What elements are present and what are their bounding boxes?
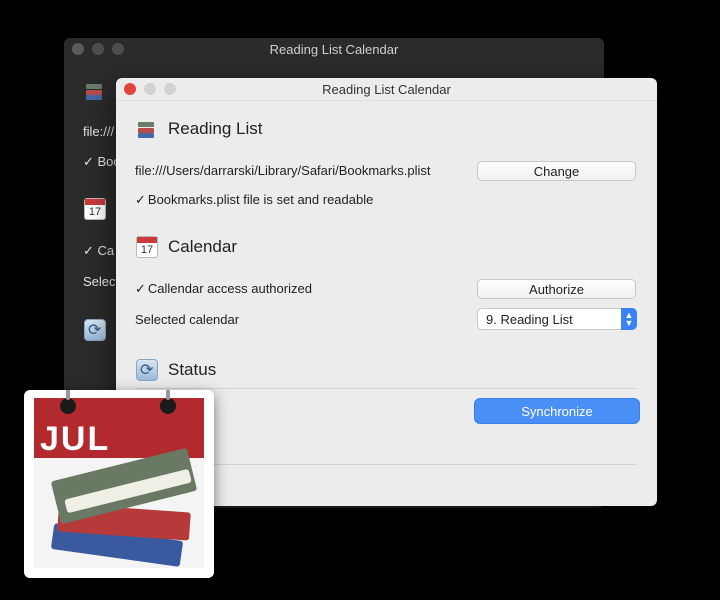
- calendar-heading: 17 Calendar: [136, 236, 237, 258]
- binder-ring: [60, 390, 76, 414]
- window-title: Reading List Calendar: [322, 81, 451, 97]
- synchronize-button[interactable]: Synchronize: [474, 398, 640, 424]
- sync-icon: [84, 319, 106, 341]
- window-controls: [72, 43, 124, 55]
- binder-ring: [160, 390, 176, 414]
- calendar-status-text: Callendar access authorized: [147, 281, 312, 296]
- change-button[interactable]: Change: [477, 161, 636, 181]
- close-button[interactable]: [72, 43, 84, 55]
- books-icon: [136, 118, 158, 140]
- bookmarks-status-text: Bookmarks.plist file is set and readable: [147, 192, 374, 207]
- window-controls: [124, 83, 176, 95]
- background-calendar-fragment: ✓ Ca: [83, 243, 115, 258]
- sync-icon: [136, 359, 158, 381]
- main-window-titlebar[interactable]: Reading List Calendar: [116, 78, 657, 101]
- select-arrows-icon: ▲ ▼: [621, 308, 637, 330]
- status-title: Status: [168, 360, 217, 379]
- books-icon: [84, 80, 106, 102]
- authorize-button[interactable]: Authorize: [477, 279, 636, 299]
- status-heading: Status: [136, 359, 216, 381]
- bookmarks-status: ✓ Bookmarks.plist file is set and readabl…: [135, 192, 373, 208]
- calendar-title: Calendar: [168, 237, 237, 256]
- reading-list-title: Reading List: [168, 119, 263, 138]
- background-window-titlebar[interactable]: Reading List Calendar: [64, 38, 604, 60]
- calendar-icon: 17: [84, 198, 106, 220]
- month-label: JUL: [40, 420, 111, 458]
- background-select-fragment: Select: [83, 274, 120, 289]
- calendar-select-value: 9. Reading List: [486, 311, 573, 327]
- bookmarks-path: file:///Users/darrarski/Library/Safari/B…: [135, 163, 431, 178]
- close-button[interactable]: [124, 83, 136, 95]
- selected-calendar-label: Selected calendar: [135, 312, 240, 327]
- app-icon: JUL: [24, 390, 214, 578]
- checkmark-icon: ✓: [135, 281, 146, 296]
- background-status-fragment: ✓ Boo: [83, 154, 121, 169]
- status-divider: [135, 388, 637, 389]
- reading-list-heading: Reading List: [136, 118, 263, 140]
- minimize-button[interactable]: [92, 43, 104, 55]
- background-window-title: Reading List Calendar: [269, 41, 399, 57]
- background-path-fragment: file:///: [83, 124, 115, 139]
- calendar-icon: 17: [136, 236, 158, 258]
- minimize-button[interactable]: [144, 83, 156, 95]
- zoom-button[interactable]: [112, 43, 124, 55]
- calendar-select[interactable]: 9. Reading List ▲ ▼: [477, 308, 637, 330]
- calendar-status: ✓ Callendar access authorized: [135, 281, 312, 297]
- zoom-button[interactable]: [164, 83, 176, 95]
- checkmark-icon: ✓: [135, 192, 146, 207]
